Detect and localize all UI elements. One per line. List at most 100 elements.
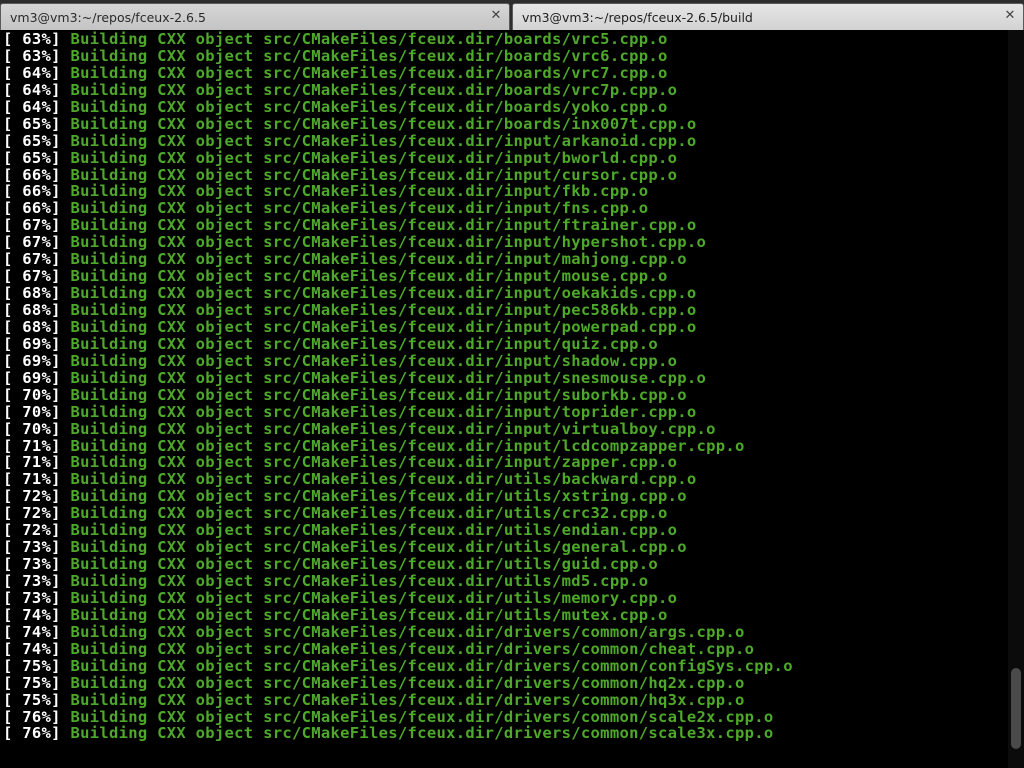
- build-message: Building CXX object src/CMakeFiles/fceux…: [70, 707, 774, 726]
- terminal-line: [ 64%] Building CXX object src/CMakeFile…: [0, 80, 1008, 99]
- terminal-line: [ 73%] Building CXX object src/CMakeFile…: [0, 556, 1008, 573]
- build-message: Building CXX object src/CMakeFiles/fceux…: [70, 605, 668, 624]
- build-message: Building CXX object src/CMakeFiles/fceux…: [70, 538, 687, 557]
- build-message: Building CXX object src/CMakeFiles/fceux…: [70, 114, 697, 133]
- build-message: Building CXX object src/CMakeFiles/fceux…: [70, 572, 649, 590]
- terminal-line: [ 73%] Building CXX object src/CMakeFile…: [0, 588, 1008, 607]
- build-message: Building CXX object src/CMakeFiles/fceux…: [70, 351, 678, 370]
- build-percent: [ 74%]: [3, 622, 61, 641]
- build-message: Building CXX object src/CMakeFiles/fceux…: [70, 216, 697, 235]
- build-percent: [ 66%]: [3, 182, 61, 201]
- terminal-line: [ 70%] Building CXX object src/CMakeFile…: [0, 402, 1008, 421]
- tab-fceux-build[interactable]: vm3@vm3:~/repos/fceux-2.6.5/build ✕: [512, 3, 1024, 30]
- build-percent: [ 67%]: [3, 267, 61, 286]
- terminal-line: [ 67%] Building CXX object src/CMakeFile…: [0, 234, 1008, 251]
- terminal-line: [ 65%] Building CXX object src/CMakeFile…: [0, 148, 1008, 167]
- terminal-line: [ 65%] Building CXX object src/CMakeFile…: [0, 114, 1008, 133]
- build-percent: [ 66%]: [3, 165, 61, 184]
- build-percent: [ 67%]: [3, 216, 61, 235]
- terminal-line: [ 70%] Building CXX object src/CMakeFile…: [0, 386, 1008, 404]
- terminal-line: [ 70%] Building CXX object src/CMakeFile…: [0, 419, 1008, 438]
- build-percent: [ 70%]: [3, 402, 61, 421]
- build-message: Building CXX object src/CMakeFiles/fceux…: [70, 555, 658, 574]
- build-percent: [ 72%]: [3, 487, 61, 506]
- build-percent: [ 75%]: [3, 656, 61, 675]
- terminal-line: [ 64%] Building CXX object src/CMakeFile…: [0, 97, 1008, 116]
- close-icon[interactable]: ✕: [1003, 9, 1017, 23]
- build-percent: [ 63%]: [3, 46, 61, 65]
- build-percent: [ 71%]: [3, 470, 61, 489]
- terminal-line: [ 73%] Building CXX object src/CMakeFile…: [0, 573, 1008, 590]
- build-percent: [ 74%]: [3, 605, 61, 624]
- build-message: Building CXX object src/CMakeFiles/fceux…: [70, 436, 745, 455]
- build-message: Building CXX object src/CMakeFiles/fceux…: [70, 334, 658, 353]
- build-message: Building CXX object src/CMakeFiles/fceux…: [70, 673, 745, 692]
- build-message: Building CXX object src/CMakeFiles/fceux…: [70, 165, 678, 184]
- terminal-line: [ 63%] Building CXX object src/CMakeFile…: [0, 46, 1008, 65]
- build-message: Building CXX object src/CMakeFiles/fceux…: [70, 284, 697, 303]
- terminal-line: [ 69%] Building CXX object src/CMakeFile…: [0, 334, 1008, 353]
- build-percent: [ 69%]: [3, 368, 61, 387]
- build-message: Building CXX object src/CMakeFiles/fceux…: [70, 199, 649, 218]
- terminal-line: [ 65%] Building CXX object src/CMakeFile…: [0, 132, 1008, 150]
- build-percent: [ 75%]: [3, 673, 61, 692]
- terminal-line: [ 64%] Building CXX object src/CMakeFile…: [0, 64, 1008, 82]
- terminal-line: [ 72%] Building CXX object src/CMakeFile…: [0, 522, 1008, 539]
- build-message: Building CXX object src/CMakeFiles/fceux…: [70, 419, 716, 438]
- tab-fceux-root[interactable]: vm3@vm3:~/repos/fceux-2.6.5 ✕: [0, 3, 510, 30]
- tab-title: vm3@vm3:~/repos/fceux-2.6.5/build: [522, 9, 753, 25]
- build-percent: [ 73%]: [3, 555, 61, 574]
- build-message: Building CXX object src/CMakeFiles/fceux…: [70, 588, 678, 607]
- build-message: Building CXX object src/CMakeFiles/fceux…: [70, 656, 793, 675]
- build-message: Building CXX object src/CMakeFiles/fceux…: [70, 402, 697, 421]
- build-message: Building CXX object src/CMakeFiles/fceux…: [70, 453, 678, 472]
- build-percent: [ 65%]: [3, 148, 61, 167]
- terminal-line: [ 76%] Building CXX object src/CMakeFile…: [0, 707, 1008, 726]
- close-icon[interactable]: ✕: [489, 9, 503, 23]
- terminal-output[interactable]: [ 63%] Building CXX object src/CMakeFile…: [0, 30, 1008, 768]
- build-percent: [ 72%]: [3, 504, 61, 523]
- build-percent: [ 73%]: [3, 538, 61, 557]
- build-message: Building CXX object src/CMakeFiles/fceux…: [70, 317, 697, 336]
- build-percent: [ 66%]: [3, 199, 61, 218]
- terminal-line: [ 74%] Building CXX object src/CMakeFile…: [0, 605, 1008, 624]
- vertical-scrollbar[interactable]: [1008, 30, 1024, 768]
- build-message: Building CXX object src/CMakeFiles/fceux…: [70, 80, 678, 99]
- terminal-line: [ 68%] Building CXX object src/CMakeFile…: [0, 302, 1008, 319]
- build-message: Building CXX object src/CMakeFiles/fceux…: [70, 267, 668, 286]
- build-percent: [ 68%]: [3, 284, 61, 303]
- terminal-line: [ 67%] Building CXX object src/CMakeFile…: [0, 268, 1008, 285]
- build-percent: [ 69%]: [3, 334, 61, 353]
- build-message: Building CXX object src/CMakeFiles/fceux…: [70, 368, 707, 387]
- build-message: Building CXX object src/CMakeFiles/fceux…: [70, 250, 687, 269]
- scrollbar-thumb[interactable]: [1011, 668, 1021, 749]
- build-percent: [ 70%]: [3, 419, 61, 438]
- build-percent: [ 64%]: [3, 97, 61, 116]
- build-percent: [ 65%]: [3, 114, 61, 133]
- build-percent: [ 74%]: [3, 639, 61, 658]
- terminal-line: [ 74%] Building CXX object src/CMakeFile…: [0, 639, 1008, 658]
- build-message: Building CXX object src/CMakeFiles/fceux…: [70, 148, 678, 167]
- build-percent: [ 63%]: [3, 30, 61, 48]
- terminal-line: [ 74%] Building CXX object src/CMakeFile…: [0, 622, 1008, 641]
- terminal-line: [ 75%] Building CXX object src/CMakeFile…: [0, 673, 1008, 692]
- terminal-line: [ 71%] Building CXX object src/CMakeFile…: [0, 436, 1008, 455]
- build-percent: [ 71%]: [3, 453, 61, 472]
- build-percent: [ 72%]: [3, 521, 61, 540]
- build-message: Building CXX object src/CMakeFiles/fceux…: [70, 233, 707, 252]
- build-message: Building CXX object src/CMakeFiles/fceux…: [70, 182, 649, 201]
- terminal-line: [ 67%] Building CXX object src/CMakeFile…: [0, 217, 1008, 234]
- build-percent: [ 64%]: [3, 80, 61, 99]
- build-message: Building CXX object src/CMakeFiles/fceux…: [70, 622, 745, 641]
- build-percent: [ 68%]: [3, 301, 61, 319]
- terminal-line: [ 71%] Building CXX object src/CMakeFile…: [0, 471, 1008, 488]
- build-message: Building CXX object src/CMakeFiles/fceux…: [70, 724, 774, 743]
- build-message: Building CXX object src/CMakeFiles/fceux…: [70, 639, 755, 658]
- build-percent: [ 73%]: [3, 572, 61, 590]
- terminal-line: [ 66%] Building CXX object src/CMakeFile…: [0, 165, 1008, 184]
- build-percent: [ 76%]: [3, 707, 61, 726]
- build-percent: [ 67%]: [3, 250, 61, 269]
- terminal-line: [ 75%] Building CXX object src/CMakeFile…: [0, 656, 1008, 675]
- tab-title: vm3@vm3:~/repos/fceux-2.6.5: [10, 9, 206, 25]
- terminal-line: [ 72%] Building CXX object src/CMakeFile…: [0, 488, 1008, 505]
